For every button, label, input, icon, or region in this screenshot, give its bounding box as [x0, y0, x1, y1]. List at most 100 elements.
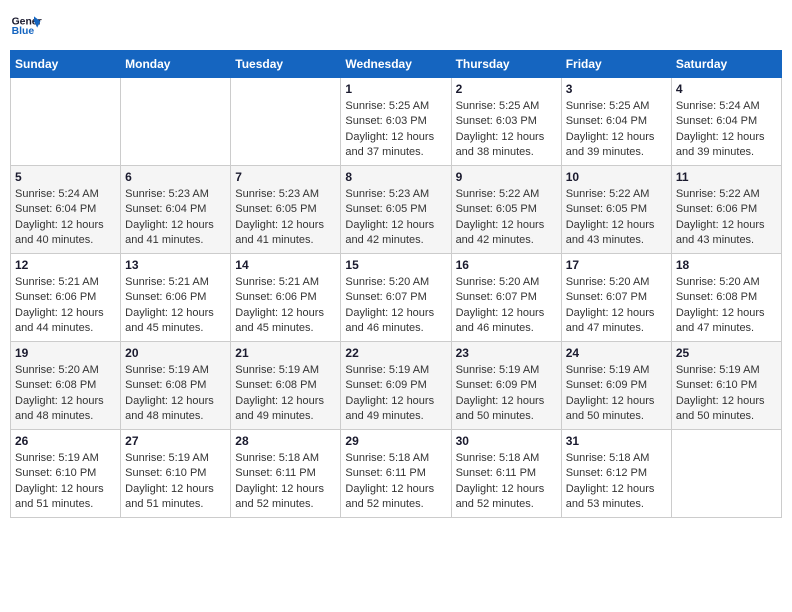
calendar-week-row: 19 Sunrise: 5:20 AM Sunset: 6:08 PM Dayl…	[11, 342, 782, 430]
logo: General Blue	[10, 10, 42, 42]
calendar-day-cell: 14 Sunrise: 5:21 AM Sunset: 6:06 PM Dayl…	[231, 254, 341, 342]
day-number: 7	[235, 170, 336, 184]
day-info: Sunrise: 5:19 AM Sunset: 6:09 PM Dayligh…	[566, 363, 667, 425]
calendar-day-cell: 18 Sunrise: 5:20 AM Sunset: 6:08 PM Dayl…	[671, 254, 781, 342]
day-number: 2	[456, 82, 557, 96]
logo-icon: General Blue	[10, 10, 42, 42]
day-info: Sunrise: 5:19 AM Sunset: 6:10 PM Dayligh…	[125, 451, 226, 513]
day-info: Sunrise: 5:21 AM Sunset: 6:06 PM Dayligh…	[235, 275, 336, 337]
day-number: 26	[15, 434, 116, 448]
day-number: 11	[676, 170, 777, 184]
weekday-row: SundayMondayTuesdayWednesdayThursdayFrid…	[11, 51, 782, 78]
calendar-day-cell: 6 Sunrise: 5:23 AM Sunset: 6:04 PM Dayli…	[121, 166, 231, 254]
day-number: 25	[676, 346, 777, 360]
day-number: 29	[345, 434, 446, 448]
calendar-day-cell: 3 Sunrise: 5:25 AM Sunset: 6:04 PM Dayli…	[561, 78, 671, 166]
day-number: 31	[566, 434, 667, 448]
day-number: 19	[15, 346, 116, 360]
calendar-day-cell: 11 Sunrise: 5:22 AM Sunset: 6:06 PM Dayl…	[671, 166, 781, 254]
calendar-day-cell: 21 Sunrise: 5:19 AM Sunset: 6:08 PM Dayl…	[231, 342, 341, 430]
calendar-day-cell: 10 Sunrise: 5:22 AM Sunset: 6:05 PM Dayl…	[561, 166, 671, 254]
day-number: 22	[345, 346, 446, 360]
day-info: Sunrise: 5:25 AM Sunset: 6:03 PM Dayligh…	[456, 99, 557, 161]
day-number: 23	[456, 346, 557, 360]
day-number: 15	[345, 258, 446, 272]
day-info: Sunrise: 5:20 AM Sunset: 6:08 PM Dayligh…	[15, 363, 116, 425]
day-info: Sunrise: 5:24 AM Sunset: 6:04 PM Dayligh…	[15, 187, 116, 249]
day-info: Sunrise: 5:18 AM Sunset: 6:11 PM Dayligh…	[345, 451, 446, 513]
calendar-day-cell: 15 Sunrise: 5:20 AM Sunset: 6:07 PM Dayl…	[341, 254, 451, 342]
calendar-day-cell	[11, 78, 121, 166]
day-info: Sunrise: 5:18 AM Sunset: 6:12 PM Dayligh…	[566, 451, 667, 513]
calendar-day-cell: 8 Sunrise: 5:23 AM Sunset: 6:05 PM Dayli…	[341, 166, 451, 254]
calendar-day-cell: 23 Sunrise: 5:19 AM Sunset: 6:09 PM Dayl…	[451, 342, 561, 430]
day-number: 17	[566, 258, 667, 272]
weekday-header: Monday	[121, 51, 231, 78]
day-number: 28	[235, 434, 336, 448]
calendar-day-cell: 28 Sunrise: 5:18 AM Sunset: 6:11 PM Dayl…	[231, 430, 341, 518]
calendar-header: SundayMondayTuesdayWednesdayThursdayFrid…	[11, 51, 782, 78]
calendar-day-cell: 19 Sunrise: 5:20 AM Sunset: 6:08 PM Dayl…	[11, 342, 121, 430]
day-number: 27	[125, 434, 226, 448]
day-info: Sunrise: 5:23 AM Sunset: 6:04 PM Dayligh…	[125, 187, 226, 249]
day-info: Sunrise: 5:19 AM Sunset: 6:08 PM Dayligh…	[125, 363, 226, 425]
day-info: Sunrise: 5:21 AM Sunset: 6:06 PM Dayligh…	[125, 275, 226, 337]
day-info: Sunrise: 5:19 AM Sunset: 6:10 PM Dayligh…	[15, 451, 116, 513]
day-info: Sunrise: 5:18 AM Sunset: 6:11 PM Dayligh…	[235, 451, 336, 513]
day-number: 8	[345, 170, 446, 184]
day-number: 24	[566, 346, 667, 360]
day-info: Sunrise: 5:25 AM Sunset: 6:03 PM Dayligh…	[345, 99, 446, 161]
weekday-header: Thursday	[451, 51, 561, 78]
calendar-day-cell: 7 Sunrise: 5:23 AM Sunset: 6:05 PM Dayli…	[231, 166, 341, 254]
calendar-week-row: 1 Sunrise: 5:25 AM Sunset: 6:03 PM Dayli…	[11, 78, 782, 166]
calendar-day-cell	[671, 430, 781, 518]
calendar-day-cell: 26 Sunrise: 5:19 AM Sunset: 6:10 PM Dayl…	[11, 430, 121, 518]
day-number: 30	[456, 434, 557, 448]
calendar-body: 1 Sunrise: 5:25 AM Sunset: 6:03 PM Dayli…	[11, 78, 782, 518]
calendar-day-cell: 9 Sunrise: 5:22 AM Sunset: 6:05 PM Dayli…	[451, 166, 561, 254]
day-info: Sunrise: 5:22 AM Sunset: 6:05 PM Dayligh…	[566, 187, 667, 249]
day-number: 3	[566, 82, 667, 96]
day-info: Sunrise: 5:22 AM Sunset: 6:05 PM Dayligh…	[456, 187, 557, 249]
day-number: 4	[676, 82, 777, 96]
calendar-day-cell: 13 Sunrise: 5:21 AM Sunset: 6:06 PM Dayl…	[121, 254, 231, 342]
day-info: Sunrise: 5:22 AM Sunset: 6:06 PM Dayligh…	[676, 187, 777, 249]
calendar-day-cell: 2 Sunrise: 5:25 AM Sunset: 6:03 PM Dayli…	[451, 78, 561, 166]
day-number: 10	[566, 170, 667, 184]
day-info: Sunrise: 5:20 AM Sunset: 6:07 PM Dayligh…	[566, 275, 667, 337]
page-header: General Blue	[10, 10, 782, 42]
calendar-day-cell	[121, 78, 231, 166]
calendar-week-row: 12 Sunrise: 5:21 AM Sunset: 6:06 PM Dayl…	[11, 254, 782, 342]
day-info: Sunrise: 5:23 AM Sunset: 6:05 PM Dayligh…	[235, 187, 336, 249]
day-info: Sunrise: 5:21 AM Sunset: 6:06 PM Dayligh…	[15, 275, 116, 337]
day-info: Sunrise: 5:18 AM Sunset: 6:11 PM Dayligh…	[456, 451, 557, 513]
weekday-header: Friday	[561, 51, 671, 78]
weekday-header: Sunday	[11, 51, 121, 78]
calendar-week-row: 26 Sunrise: 5:19 AM Sunset: 6:10 PM Dayl…	[11, 430, 782, 518]
calendar-day-cell: 29 Sunrise: 5:18 AM Sunset: 6:11 PM Dayl…	[341, 430, 451, 518]
day-info: Sunrise: 5:19 AM Sunset: 6:09 PM Dayligh…	[345, 363, 446, 425]
calendar-day-cell: 20 Sunrise: 5:19 AM Sunset: 6:08 PM Dayl…	[121, 342, 231, 430]
day-number: 21	[235, 346, 336, 360]
day-number: 20	[125, 346, 226, 360]
day-number: 16	[456, 258, 557, 272]
day-info: Sunrise: 5:19 AM Sunset: 6:08 PM Dayligh…	[235, 363, 336, 425]
weekday-header: Saturday	[671, 51, 781, 78]
day-info: Sunrise: 5:20 AM Sunset: 6:07 PM Dayligh…	[456, 275, 557, 337]
calendar-table: SundayMondayTuesdayWednesdayThursdayFrid…	[10, 50, 782, 518]
calendar-day-cell: 4 Sunrise: 5:24 AM Sunset: 6:04 PM Dayli…	[671, 78, 781, 166]
calendar-day-cell: 31 Sunrise: 5:18 AM Sunset: 6:12 PM Dayl…	[561, 430, 671, 518]
calendar-week-row: 5 Sunrise: 5:24 AM Sunset: 6:04 PM Dayli…	[11, 166, 782, 254]
weekday-header: Tuesday	[231, 51, 341, 78]
day-info: Sunrise: 5:25 AM Sunset: 6:04 PM Dayligh…	[566, 99, 667, 161]
day-number: 18	[676, 258, 777, 272]
day-info: Sunrise: 5:20 AM Sunset: 6:08 PM Dayligh…	[676, 275, 777, 337]
calendar-day-cell: 17 Sunrise: 5:20 AM Sunset: 6:07 PM Dayl…	[561, 254, 671, 342]
calendar-day-cell: 25 Sunrise: 5:19 AM Sunset: 6:10 PM Dayl…	[671, 342, 781, 430]
svg-text:Blue: Blue	[12, 26, 35, 37]
day-number: 12	[15, 258, 116, 272]
calendar-day-cell: 16 Sunrise: 5:20 AM Sunset: 6:07 PM Dayl…	[451, 254, 561, 342]
day-number: 9	[456, 170, 557, 184]
day-info: Sunrise: 5:20 AM Sunset: 6:07 PM Dayligh…	[345, 275, 446, 337]
calendar-day-cell	[231, 78, 341, 166]
